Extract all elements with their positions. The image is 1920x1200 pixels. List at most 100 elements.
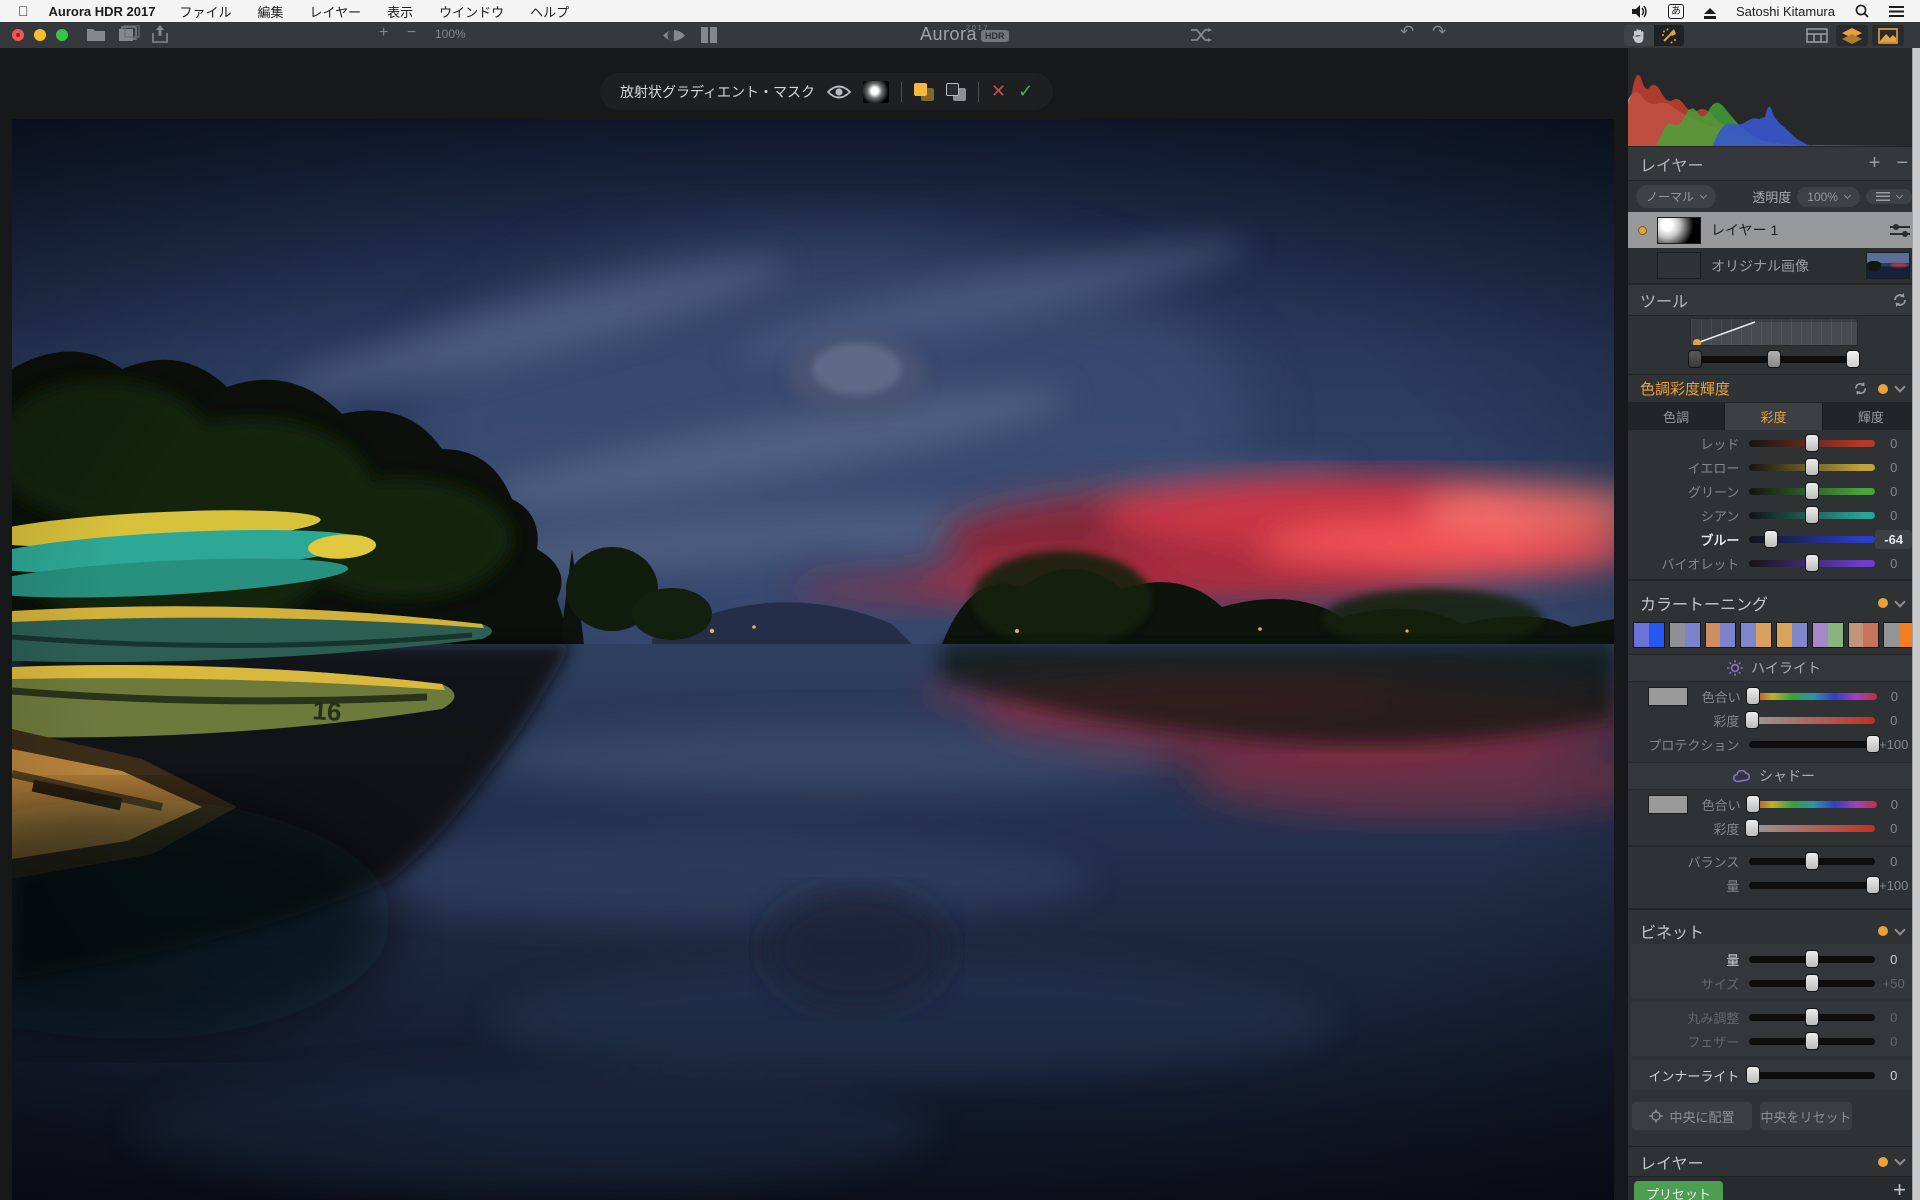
compare-split-icon[interactable] <box>700 27 718 43</box>
layer-visibility-icon[interactable] <box>1638 226 1647 235</box>
menu-file[interactable]: ファイル <box>179 2 231 21</box>
slider-handle[interactable] <box>1745 711 1759 729</box>
toning-swatch[interactable] <box>1812 622 1844 648</box>
export-icon[interactable] <box>152 25 168 44</box>
panel-scrollbar[interactable] <box>1912 48 1920 1200</box>
slider-handle[interactable] <box>1746 1066 1760 1084</box>
slider-handle[interactable] <box>1805 506 1819 524</box>
vignette-section-header[interactable]: ビネット <box>1628 916 1920 946</box>
reset-center-button[interactable]: 中央をリセット <box>1760 1102 1852 1130</box>
brush-tool-button[interactable] <box>1654 25 1684 46</box>
blend-mode-select[interactable]: ノーマル <box>1636 185 1716 208</box>
user-menu[interactable]: Satoshi Kitamura <box>1736 4 1835 19</box>
slider-handle[interactable] <box>1805 554 1819 572</box>
toning-swatch[interactable] <box>1633 622 1665 648</box>
open-file-icon[interactable] <box>86 25 106 43</box>
redo-button[interactable]: ↷ <box>1432 22 1446 42</box>
reset-icon[interactable] <box>1892 292 1908 308</box>
layer-row-1[interactable]: レイヤー 1 <box>1628 212 1920 248</box>
batch-icon[interactable] <box>118 25 140 43</box>
input-source-icon[interactable]: あ <box>1668 4 1684 19</box>
app-menu[interactable]: Aurora HDR 2017 <box>49 4 156 19</box>
bottom-layers-header[interactable]: レイヤー <box>1628 1146 1920 1176</box>
tab-luminance[interactable]: 輝度 <box>1823 403 1920 430</box>
levels-slider[interactable] <box>1688 350 1860 368</box>
zoom-out-button[interactable]: − <box>407 24 416 42</box>
filter-enabled-dot[interactable] <box>1878 384 1888 394</box>
mid-point-handle[interactable] <box>1767 350 1781 368</box>
filter-enabled-dot[interactable] <box>1878 926 1888 936</box>
eject-icon[interactable] <box>1704 8 1716 14</box>
filter-enabled-dot[interactable] <box>1878 1157 1888 1167</box>
spotlight-search-icon[interactable] <box>1855 4 1869 18</box>
hand-tool-button[interactable] <box>1624 25 1654 46</box>
layers-panel-button[interactable] <box>1836 25 1868 46</box>
toning-swatch[interactable] <box>1740 622 1772 648</box>
remove-layer-button[interactable]: − <box>1896 152 1908 175</box>
toning-section-header[interactable]: カラートーニング <box>1628 588 1920 618</box>
place-center-button[interactable]: 中央に配置 <box>1632 1102 1752 1130</box>
menu-edit[interactable]: 編集 <box>257 2 283 21</box>
layer-name[interactable]: レイヤー 1 <box>1711 220 1880 240</box>
add-layer-button[interactable]: + <box>1869 152 1881 175</box>
shuffle-icon[interactable] <box>1190 28 1212 42</box>
close-window-button[interactable] <box>12 29 24 41</box>
toning-swatch[interactable] <box>1883 622 1915 648</box>
slider-handle[interactable] <box>1805 852 1819 870</box>
presets-button[interactable]: プリセット <box>1634 1181 1723 1200</box>
histogram[interactable] <box>1628 48 1920 146</box>
panels-grid-icon[interactable] <box>1806 28 1828 43</box>
layer-menu-button[interactable] <box>1866 189 1912 204</box>
preview-eye-icon[interactable] <box>662 28 686 43</box>
tone-curve-preview[interactable] <box>1690 318 1858 346</box>
photo[interactable]: 16 <box>12 119 1614 1200</box>
tab-hue[interactable]: 色調 <box>1628 403 1725 430</box>
toning-swatch[interactable] <box>1669 622 1701 648</box>
mask-thumbnail[interactable] <box>863 81 889 103</box>
notification-center-icon[interactable] <box>1889 6 1904 17</box>
slider-handle[interactable] <box>1866 735 1880 753</box>
toning-swatch[interactable] <box>1705 622 1737 648</box>
clear-mask-icon[interactable] <box>946 83 966 101</box>
layer-row-original[interactable]: オリジナル画像 <box>1628 248 1920 284</box>
layer-visibility-icon[interactable] <box>1638 261 1647 270</box>
menu-view[interactable]: 表示 <box>387 2 413 21</box>
chevron-down-icon[interactable] <box>1894 924 1905 935</box>
zoom-level[interactable]: 100% <box>435 27 466 41</box>
black-point-handle[interactable] <box>1688 350 1702 368</box>
layer-name[interactable]: オリジナル画像 <box>1711 256 1856 276</box>
undo-button[interactable]: ↶ <box>1400 22 1414 42</box>
chevron-down-icon[interactable] <box>1894 596 1905 607</box>
highlight-color-swatch[interactable] <box>1648 687 1688 706</box>
chevron-down-icon[interactable] <box>1894 1154 1905 1165</box>
presets-panel-button[interactable] <box>1872 25 1904 46</box>
menu-window[interactable]: ウインドウ <box>439 2 504 21</box>
menu-help[interactable]: ヘルプ <box>530 2 569 21</box>
layer-thumbnail[interactable] <box>1657 252 1701 279</box>
layer-mask-thumbnail[interactable] <box>1657 217 1701 244</box>
slider-handle[interactable] <box>1805 974 1819 992</box>
mask-visibility-eye-icon[interactable] <box>827 84 851 100</box>
reset-icon[interactable] <box>1853 381 1868 396</box>
layer-settings-icon[interactable] <box>1890 224 1910 236</box>
original-image-thumbnail[interactable] <box>1866 252 1910 279</box>
filter-enabled-dot[interactable] <box>1878 598 1888 608</box>
slider-handle[interactable] <box>1866 876 1880 894</box>
zoom-window-button[interactable] <box>56 29 68 41</box>
toning-swatch[interactable] <box>1848 622 1880 648</box>
slider-handle[interactable] <box>1805 482 1819 500</box>
apple-menu-icon[interactable]:  <box>18 3 29 19</box>
toning-swatch[interactable] <box>1776 622 1808 648</box>
image-canvas[interactable]: 16 放射状グラディエント・マスク <box>0 48 1628 1200</box>
cancel-mask-button[interactable]: ✕ <box>991 81 1006 102</box>
zoom-in-button[interactable]: + <box>379 24 388 42</box>
menu-layer[interactable]: レイヤー <box>309 2 361 21</box>
slider-handle[interactable] <box>1805 950 1819 968</box>
slider-handle[interactable] <box>1805 434 1819 452</box>
shadow-color-swatch[interactable] <box>1648 795 1688 814</box>
apply-mask-button[interactable]: ✓ <box>1018 81 1033 102</box>
slider-handle[interactable] <box>1745 819 1759 837</box>
slider-handle[interactable] <box>1746 687 1760 705</box>
slider-handle[interactable] <box>1805 458 1819 476</box>
hsl-section-header[interactable]: 色調彩度輝度 <box>1628 374 1920 403</box>
